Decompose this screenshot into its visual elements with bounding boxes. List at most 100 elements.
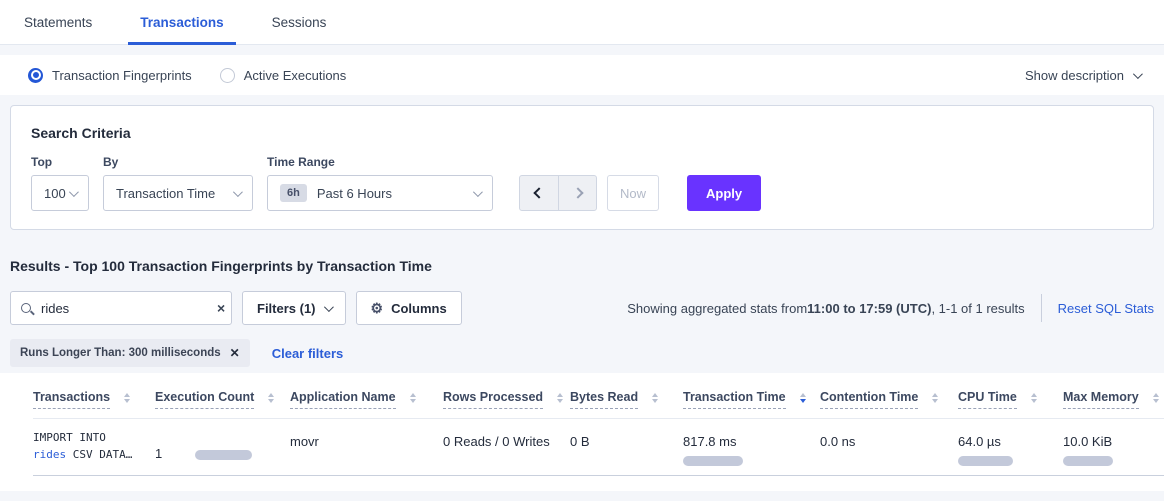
max-memory-cell: 10.0 KiB	[1063, 419, 1164, 475]
stats-prefix: Showing aggregated stats from	[627, 301, 807, 316]
filters-label: Filters (1)	[257, 301, 316, 316]
column-header-cpu-time[interactable]: CPU Time	[958, 390, 1063, 409]
filter-chip: Runs Longer Than: 300 milliseconds ✕	[10, 339, 250, 367]
by-field: By Transaction Time	[103, 155, 253, 211]
show-description-toggle[interactable]: Show description	[1025, 68, 1140, 83]
search-criteria-panel: Search Criteria Top 100 By Transaction T…	[10, 105, 1154, 230]
tab-sessions[interactable]: Sessions	[260, 0, 339, 44]
sort-icon	[652, 393, 658, 404]
by-value: Transaction Time	[116, 186, 215, 201]
sql-line: IMPORT INTO	[33, 429, 155, 446]
time-range-value: Past 6 Hours	[317, 186, 392, 201]
time-range-field: Time Range 6h Past 6 Hours	[267, 155, 493, 211]
gear-icon: ⚙	[371, 301, 384, 315]
execution-count-bar	[195, 450, 252, 460]
filter-chips-row: Runs Longer Than: 300 milliseconds ✕ Cle…	[10, 339, 1164, 367]
clear-search-icon[interactable]: ×	[217, 301, 225, 315]
radio-active-executions[interactable]: Active Executions	[220, 68, 347, 83]
sort-icon	[268, 393, 274, 404]
results-heading: Results - Top 100 Transaction Fingerprin…	[10, 258, 1164, 274]
search-input[interactable]	[41, 301, 217, 316]
arrow-right-icon	[572, 187, 583, 198]
search-icon	[21, 303, 31, 313]
by-select[interactable]: Transaction Time	[103, 175, 253, 211]
application-name-cell: movr	[290, 419, 443, 475]
column-header-rows-processed[interactable]: Rows Processed	[443, 390, 570, 409]
filters-button[interactable]: Filters (1)	[242, 291, 346, 325]
contention-time-cell: 0.0 ns	[820, 419, 958, 475]
search-box: ×	[10, 291, 232, 325]
radio-transaction-fingerprints[interactable]: Transaction Fingerprints	[28, 68, 192, 83]
filter-chip-label: Runs Longer Than: 300 milliseconds	[20, 347, 221, 359]
execution-count-cell: 1	[155, 419, 290, 475]
chevron-down-icon	[1133, 69, 1143, 79]
sort-icon	[1031, 393, 1037, 404]
columns-button[interactable]: ⚙ Columns	[356, 291, 462, 325]
column-header-transactions[interactable]: Transactions	[33, 390, 155, 409]
chevron-down-icon	[69, 187, 79, 197]
transaction-time-cell: 817.8 ms	[683, 419, 820, 475]
time-range-badge: 6h	[280, 184, 307, 202]
sort-icon	[124, 393, 130, 404]
top-select[interactable]: 100	[31, 175, 89, 211]
results-controls-row: × Filters (1) ⚙ Columns Showing aggregat…	[10, 291, 1154, 325]
sort-icon	[932, 393, 938, 404]
sort-icon	[1153, 393, 1159, 404]
remove-filter-icon[interactable]: ✕	[230, 346, 240, 360]
by-label: By	[103, 155, 253, 169]
sql-line: rides CSV DATA…	[33, 446, 155, 463]
column-header-max-memory[interactable]: Max Memory	[1063, 390, 1164, 409]
search-criteria-title: Search Criteria	[31, 125, 1133, 141]
clear-filters-link[interactable]: Clear filters	[272, 346, 344, 361]
cpu-time-bar	[958, 456, 1013, 466]
column-header-application-name[interactable]: Application Name	[290, 390, 443, 409]
vertical-divider	[1041, 294, 1042, 322]
sort-icon	[557, 393, 563, 404]
tab-statements[interactable]: Statements	[12, 0, 104, 44]
transaction-link[interactable]: rides	[33, 448, 66, 461]
tab-bar: Statements Transactions Sessions	[0, 0, 1164, 45]
show-description-label: Show description	[1025, 68, 1124, 83]
results-table: Transactions Execution Count Application…	[0, 373, 1164, 491]
top-field: Top 100	[31, 155, 89, 211]
radio-label: Active Executions	[244, 68, 347, 83]
chevron-down-icon	[233, 187, 243, 197]
top-label: Top	[31, 155, 89, 169]
transaction-fingerprint-cell: IMPORT INTO rides CSV DATA…	[33, 419, 155, 475]
stats-time-range: 11:00 to 17:59 (UTC)	[807, 301, 931, 316]
time-window-arrows	[519, 175, 597, 211]
column-header-transaction-time[interactable]: Transaction Time	[683, 390, 820, 409]
sort-icon	[410, 393, 416, 404]
apply-button[interactable]: Apply	[687, 175, 761, 211]
time-range-select[interactable]: 6h Past 6 Hours	[267, 175, 493, 211]
now-button[interactable]: Now	[607, 175, 659, 211]
time-range-label: Time Range	[267, 155, 493, 169]
cpu-time-cell: 64.0 µs	[958, 419, 1063, 475]
tab-transactions[interactable]: Transactions	[128, 0, 235, 44]
bytes-read-cell: 0 B	[570, 419, 683, 475]
transactions-page: Statements Transactions Sessions Transac…	[0, 0, 1164, 501]
radio-selected-icon	[28, 68, 43, 83]
column-header-execution-count[interactable]: Execution Count	[155, 390, 290, 409]
previous-time-window-button[interactable]	[520, 176, 558, 210]
column-header-contention-time[interactable]: Contention Time	[820, 390, 958, 409]
radio-label: Transaction Fingerprints	[52, 68, 192, 83]
columns-label: Columns	[391, 301, 447, 316]
sort-desc-icon	[800, 393, 806, 404]
reset-sql-stats-link[interactable]: Reset SQL Stats	[1058, 301, 1154, 316]
radio-unselected-icon	[220, 68, 235, 83]
transaction-time-bar	[683, 456, 743, 466]
arrow-left-icon	[533, 187, 544, 198]
chevron-down-icon	[473, 187, 483, 197]
next-time-window-button[interactable]	[558, 176, 596, 210]
table-header-row: Transactions Execution Count Application…	[33, 373, 1164, 419]
table-row: IMPORT INTO rides CSV DATA… 1 movr 0 Rea…	[33, 419, 1164, 476]
rows-processed-cell: 0 Reads / 0 Writes	[443, 419, 570, 475]
stats-suffix: , 1-1 of 1 results	[931, 301, 1024, 316]
column-header-bytes-read[interactable]: Bytes Read	[570, 390, 683, 409]
aggregated-stats-text: Showing aggregated stats from 11:00 to 1…	[627, 301, 1024, 316]
max-memory-bar	[1063, 456, 1113, 466]
chevron-down-icon	[323, 302, 333, 312]
search-criteria-controls: Top 100 By Transaction Time Time Range 6…	[31, 155, 1133, 211]
view-toggle-row: Transaction Fingerprints Active Executio…	[0, 55, 1164, 95]
